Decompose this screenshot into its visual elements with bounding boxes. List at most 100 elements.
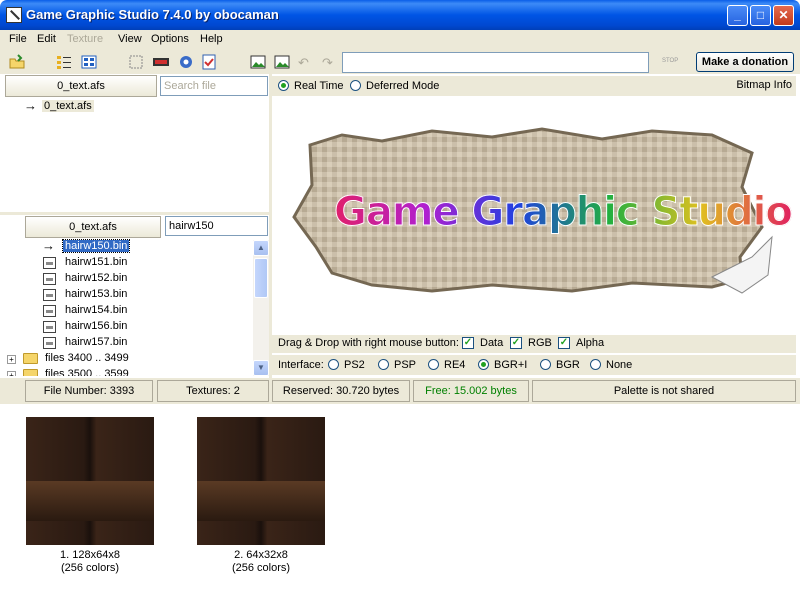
alpha-checkbox[interactable]: ✓: [558, 337, 570, 349]
folder-row[interactable]: + files 3400 .. 3499: [5, 351, 253, 367]
toolbar-left: [0, 50, 270, 74]
file-name: hairw153.bin: [65, 288, 128, 300]
arrow-right-icon: →: [24, 98, 37, 113]
real-time-label: Real Time: [294, 80, 344, 92]
folder-label: files 3400 .. 3499: [45, 352, 129, 364]
texture-band: [197, 481, 325, 521]
tree-root-item[interactable]: 0_text.afs: [42, 100, 94, 112]
psp-radio[interactable]: [378, 359, 389, 370]
folder-row[interactable]: + files 3500 .. 3599: [5, 367, 253, 376]
list-item[interactable]: hairw154.bin: [5, 303, 253, 319]
maximize-button[interactable]: □: [750, 5, 771, 26]
bitmap-info-button[interactable]: Bitmap Info: [736, 79, 792, 91]
vertical-scrollbar[interactable]: ▲ ▼: [253, 240, 269, 376]
file-name: hairw152.bin: [65, 272, 128, 284]
deferred-mode-label: Deferred Mode: [366, 80, 440, 92]
app-icon[interactable]: [6, 7, 22, 23]
file-name: hairw154.bin: [65, 304, 128, 316]
file-name: hairw156.bin: [65, 320, 128, 332]
palette-status: Palette is not shared: [532, 380, 796, 402]
title-bar[interactable]: Game Graphic Studio 7.4.0 by obocaman _ …: [0, 0, 800, 30]
stop-button[interactable]: STOP: [662, 58, 678, 64]
deferred-mode-radio[interactable]: [350, 80, 361, 91]
ps2-radio[interactable]: [328, 359, 339, 370]
tree-view-icon[interactable]: [56, 54, 72, 70]
interface-label: Interface:: [278, 359, 324, 371]
thumbnail-colors: (256 colors): [60, 562, 120, 574]
real-time-radio[interactable]: [278, 80, 289, 91]
gear-icon[interactable]: [178, 54, 194, 70]
scroll-thumb[interactable]: [254, 258, 268, 298]
menu-view[interactable]: View: [118, 33, 142, 45]
file-icon: [43, 273, 56, 285]
bgr-radio[interactable]: [540, 359, 551, 370]
rgb-checkbox[interactable]: ✓: [510, 337, 522, 349]
list-item[interactable]: hairw151.bin: [5, 255, 253, 271]
re4-radio[interactable]: [428, 359, 439, 370]
list-item[interactable]: hairw156.bin: [5, 319, 253, 335]
pane-splitter[interactable]: [0, 212, 270, 215]
film-strip-icon[interactable]: [153, 54, 169, 70]
archive-button-bottom[interactable]: 0_text.afs: [25, 216, 161, 238]
rgb-label: RGB: [528, 337, 552, 349]
file-icon: [43, 305, 56, 317]
re4-label: RE4: [444, 359, 466, 371]
open-folder-icon[interactable]: [9, 54, 25, 70]
file-number-status: File Number: 3393: [25, 380, 153, 402]
archive-button-top[interactable]: 0_text.afs: [5, 75, 157, 97]
interface-row: Interface: PS2 PSP RE4 BGR+I BGR None: [272, 355, 796, 375]
list-item[interactable]: → hairw150.bin: [5, 238, 253, 255]
texture-thumbnail[interactable]: [26, 417, 154, 545]
window-title: Game Graphic Studio 7.4.0 by obocaman: [26, 7, 279, 22]
drag-drop-row: Drag & Drop with right mouse button: ✓ D…: [272, 335, 796, 353]
free-status: Free: 15.002 bytes: [413, 380, 529, 402]
none-radio[interactable]: [590, 359, 601, 370]
close-button[interactable]: ✕: [773, 5, 794, 26]
list-item[interactable]: hairw153.bin: [5, 287, 253, 303]
list-view-icon[interactable]: [81, 54, 97, 70]
file-name: hairw151.bin: [65, 256, 128, 268]
file-icon: [43, 257, 56, 269]
archive-tree: → 0_text.afs: [5, 97, 269, 212]
menu-file[interactable]: File: [9, 33, 27, 45]
bgr-i-radio[interactable]: [478, 359, 489, 370]
texture-preview: Game Graphic Studio: [272, 97, 796, 333]
expand-icon[interactable]: +: [7, 355, 16, 364]
redo-icon[interactable]: ↷: [322, 55, 333, 71]
list-item[interactable]: hairw157.bin: [5, 335, 253, 351]
menu-help[interactable]: Help: [200, 33, 223, 45]
texture-thumbnail[interactable]: [197, 417, 325, 545]
ps2-label: PS2: [344, 359, 365, 371]
filter-input[interactable]: hairw150: [165, 216, 268, 236]
scroll-up-icon[interactable]: ▲: [253, 240, 269, 256]
texture-band: [26, 481, 154, 521]
expand-icon[interactable]: +: [7, 371, 16, 376]
file-name: hairw150.bin: [61, 239, 131, 253]
select-icon[interactable]: [128, 54, 144, 70]
thumbnail-colors: (256 colors): [231, 562, 291, 574]
command-input[interactable]: [342, 52, 649, 73]
minimize-button[interactable]: _: [727, 5, 748, 26]
undo-icon[interactable]: ↶: [298, 55, 309, 71]
arrow-right-icon: →: [42, 238, 55, 253]
search-file-input[interactable]: Search file: [160, 76, 268, 96]
checklist-icon[interactable]: [201, 54, 217, 70]
image-icon[interactable]: [250, 54, 266, 70]
menu-texture[interactable]: Texture: [67, 33, 103, 45]
bgr-label: BGR: [556, 359, 580, 371]
scroll-down-icon[interactable]: ▼: [253, 360, 269, 376]
list-item[interactable]: hairw152.bin: [5, 271, 253, 287]
file-icon: [43, 337, 56, 349]
bgr-i-label: BGR+I: [494, 359, 528, 371]
file-list: → hairw150.bin hairw151.bin hairw152.bin…: [5, 238, 253, 376]
thumbnail-area: 1. 128x64x8 (256 colors) 2. 64x32x8 (256…: [0, 404, 800, 600]
drag-drop-label: Drag & Drop with right mouse button:: [278, 337, 459, 349]
data-checkbox[interactable]: ✓: [462, 337, 474, 349]
menu-options[interactable]: Options: [151, 33, 189, 45]
folder-label: files 3500 .. 3599: [45, 368, 129, 376]
image-export-icon[interactable]: [274, 54, 290, 70]
menu-edit[interactable]: Edit: [37, 33, 56, 45]
thumbnail-caption: 2. 64x32x8: [234, 549, 288, 561]
data-label: Data: [480, 337, 504, 349]
donate-button[interactable]: Make a donation: [696, 52, 794, 72]
